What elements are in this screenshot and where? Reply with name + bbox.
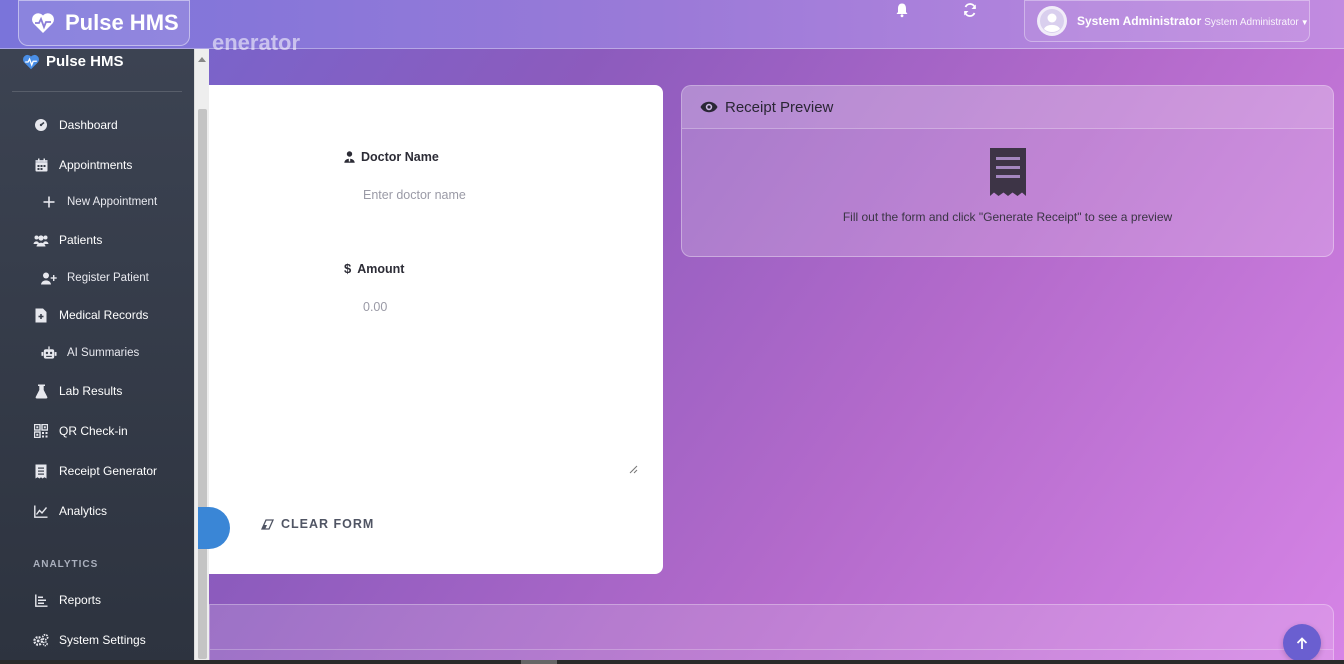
- notes-textarea[interactable]: [209, 335, 638, 477]
- receipt-preview-card: Receipt Preview Fill out the form and cl…: [681, 85, 1334, 257]
- sidebar-item-dashboard[interactable]: Dashboard: [0, 110, 194, 140]
- card-divider: [210, 649, 1333, 650]
- scroll-to-top-button[interactable]: [1283, 624, 1321, 662]
- sidebar-item-label: Register Patient: [67, 272, 149, 284]
- horizontal-scrollbar[interactable]: [0, 660, 1344, 664]
- sidebar: Pulse HMS Dashboard Appointments New App…: [0, 49, 194, 664]
- sidebar-item-medical-records[interactable]: Medical Records: [0, 300, 194, 330]
- preview-header: Receipt Preview: [682, 86, 1333, 129]
- lower-card: [209, 604, 1334, 664]
- sidebar-brand-name: Pulse HMS: [46, 53, 124, 70]
- brand-logo-link[interactable]: Pulse HMS: [18, 0, 190, 46]
- sidebar-item-label: Medical Records: [59, 308, 149, 322]
- sidebar-item-label: Reports: [59, 593, 102, 607]
- heart-pulse-icon: [23, 54, 39, 69]
- receipt-form-card: Doctor Name $ Amount CLEAR FORM: [209, 85, 663, 574]
- sidebar-item-label: Appointments: [59, 158, 133, 172]
- eye-icon: [700, 101, 718, 113]
- dashboard-gauge-icon: [33, 117, 49, 133]
- sidebar-item-qr-check-in[interactable]: QR Check-in: [0, 416, 194, 446]
- plus-icon: [41, 194, 57, 210]
- sidebar-item-label: AI Summaries: [67, 347, 140, 359]
- doctor-name-label-text: Doctor Name: [361, 150, 439, 164]
- top-navbar: Pulse HMS System Administrator System Adm…: [0, 0, 1344, 49]
- preview-placeholder-message: Fill out the form and click "Generate Re…: [842, 210, 1173, 224]
- sidebar-item-lab-results[interactable]: Lab Results: [0, 376, 194, 406]
- sidebar-item-new-appointment[interactable]: New Appointment: [0, 187, 194, 217]
- refresh-icon[interactable]: [962, 2, 978, 18]
- chart-line-icon: [33, 503, 49, 519]
- sidebar-item-analytics[interactable]: Analytics: [0, 496, 194, 526]
- arrow-up-icon: [1296, 636, 1308, 649]
- file-medical-icon: [33, 307, 49, 323]
- sidebar-item-register-patient[interactable]: Register Patient: [0, 263, 194, 293]
- heart-pulse-icon: [32, 13, 54, 34]
- doctor-name-input[interactable]: [363, 185, 633, 205]
- qrcode-icon: [33, 423, 49, 439]
- caret-down-icon: ▼: [1300, 18, 1309, 27]
- sidebar-item-label: Patients: [59, 233, 103, 247]
- scrollbar-thumb[interactable]: [198, 109, 207, 659]
- clear-form-label: CLEAR FORM: [281, 517, 375, 531]
- sidebar-item-label: System Settings: [59, 633, 146, 647]
- sidebar-brand[interactable]: Pulse HMS: [22, 53, 124, 70]
- user-role: System Administrator: [1204, 17, 1299, 28]
- sidebar-item-label: Lab Results: [59, 384, 123, 398]
- sidebar-scrollbar[interactable]: [194, 49, 209, 664]
- doctor-name-label: Doctor Name: [344, 150, 439, 164]
- amount-input[interactable]: [363, 297, 633, 317]
- user-menu-dropdown[interactable]: System Administrator System Administrator…: [1024, 0, 1310, 42]
- clear-form-button[interactable]: CLEAR FORM: [261, 517, 374, 531]
- sidebar-item-label: Analytics: [59, 504, 108, 518]
- scroll-up-arrow-icon[interactable]: [198, 57, 206, 62]
- page-title: enerator: [212, 30, 301, 50]
- sidebar-item-patients[interactable]: Patients: [0, 225, 194, 255]
- amount-label-text: Amount: [357, 261, 405, 276]
- cogs-icon: [33, 632, 49, 648]
- user-avatar-icon: [1037, 6, 1067, 36]
- user-plus-icon: [41, 270, 57, 286]
- flask-icon: [33, 383, 49, 399]
- horizontal-scrollbar-thumb[interactable]: [521, 660, 557, 664]
- resize-handle-icon[interactable]: [629, 465, 638, 474]
- amount-label: $ Amount: [344, 261, 404, 276]
- sidebar-item-reports[interactable]: Reports: [0, 585, 194, 615]
- sidebar-divider: [12, 91, 182, 92]
- users-icon: [33, 232, 49, 248]
- bell-icon[interactable]: [894, 2, 910, 18]
- sidebar-item-label: QR Check-in: [59, 424, 128, 438]
- sidebar-item-receipt-generator[interactable]: Receipt Generator: [0, 456, 194, 486]
- sidebar-item-system-settings[interactable]: System Settings: [0, 625, 194, 655]
- sidebar-item-ai-summaries[interactable]: AI Summaries: [0, 338, 194, 368]
- brand-name: Pulse HMS: [65, 10, 179, 35]
- user-doctor-icon: [344, 151, 355, 163]
- sidebar-item-appointments[interactable]: Appointments: [0, 150, 194, 180]
- sidebar-item-label: New Appointment: [67, 196, 158, 208]
- dollar-icon: $: [344, 261, 352, 276]
- sidebar-item-label: Receipt Generator: [59, 464, 158, 478]
- robot-icon: [41, 345, 57, 361]
- receipt-icon: [33, 463, 49, 479]
- preview-title: Receipt Preview: [725, 98, 834, 116]
- sidebar-section-title: ANALYTICS: [33, 559, 99, 570]
- sidebar-item-label: Dashboard: [59, 118, 118, 132]
- calendar-icon: [33, 157, 49, 173]
- eraser-icon: [261, 518, 274, 530]
- bar-chart-icon: [33, 592, 49, 608]
- receipt-large-icon: [990, 148, 1026, 196]
- user-name: System Administrator: [1077, 14, 1202, 28]
